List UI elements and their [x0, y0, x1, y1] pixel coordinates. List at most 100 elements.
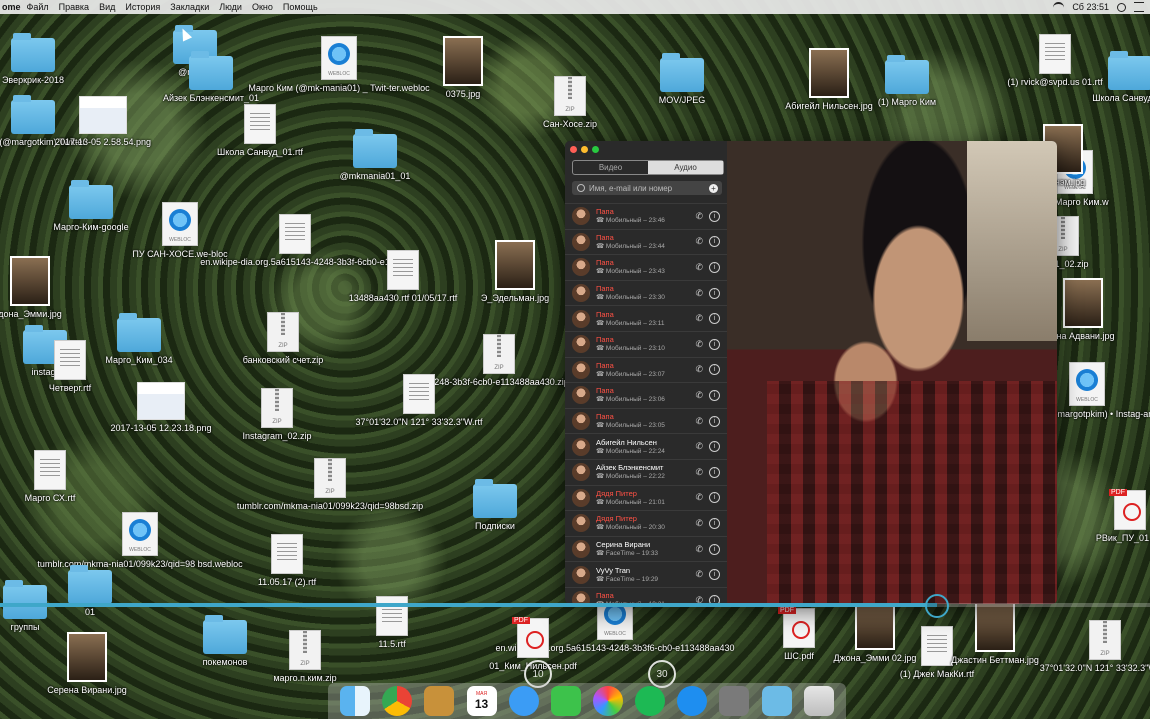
recent-call-row[interactable]: VyVy Tran ☎ FaceTime – 19:29 ✆ i [565, 561, 727, 587]
desktop-item[interactable]: 37°01'32.0"N 121° 33'32.3"W.zip [1040, 620, 1150, 673]
info-icon[interactable]: i [709, 364, 720, 376]
desktop-item[interactable]: банковский счет.zip [228, 312, 338, 365]
info-icon[interactable]: i [709, 517, 720, 529]
desktop-item[interactable]: 0375.jpg [408, 36, 518, 99]
desktop-item[interactable]: Э_Эдельман.jpg [460, 240, 570, 303]
recent-call-row[interactable]: Папа ☎ Мобильный – 23:46 ✆ i [565, 203, 727, 229]
desktop-item[interactable]: 37°01'32.0"N 121° 33'32.3"W.rtf [355, 374, 483, 427]
desktop-item[interactable]: Серена Вирани.jpg [32, 632, 142, 695]
desktop-item[interactable]: 01 [35, 565, 145, 617]
desktop-item[interactable]: Школа Санвуд_01.rtf [205, 104, 315, 157]
zoom-button[interactable] [592, 146, 599, 153]
wifi-icon[interactable] [1053, 2, 1065, 12]
appstore-icon[interactable] [677, 686, 708, 716]
phone-icon[interactable]: ✆ [695, 339, 703, 350]
chrome-icon[interactable] [382, 686, 413, 716]
recent-call-row[interactable]: Дядя Питер ☎ Мобильный – 20:30 ✆ i [565, 510, 727, 536]
preferences-icon[interactable] [719, 686, 750, 716]
finder-icon[interactable] [340, 686, 371, 716]
contact-search-field[interactable]: Имя, e-mail или номер + [572, 181, 722, 195]
info-icon[interactable]: i [709, 415, 720, 427]
close-button[interactable] [570, 146, 577, 153]
menu-bookmarks[interactable]: Закладки [170, 2, 209, 12]
info-icon[interactable]: i [709, 261, 720, 273]
desktop-item[interactable]: tumblr.com/mkma-nia01/099k23/qid=98 bsd.… [37, 512, 243, 569]
recent-call-row[interactable]: Айзек Блэнкенсмит ☎ Мобильный – 22:22 ✆ i [565, 458, 727, 485]
menu-help[interactable]: Помощь [283, 2, 318, 12]
phone-icon[interactable]: ✆ [695, 262, 703, 273]
info-icon[interactable]: i [709, 543, 720, 555]
desktop-item[interactable]: MOV/JPEG [627, 53, 737, 105]
phone-icon[interactable]: ✆ [695, 390, 703, 401]
desktop-item[interactable]: Сан-Хосе.zip [515, 76, 625, 129]
info-icon[interactable]: i [709, 287, 720, 299]
phone-icon[interactable]: ✆ [695, 467, 703, 478]
menu-history[interactable]: История [125, 2, 160, 12]
menu-view[interactable]: Вид [99, 2, 115, 12]
desktop-item[interactable]: 2017-13-05 12.23.18.png [106, 382, 216, 433]
recent-call-row[interactable]: Папа ☎ Мобильный – 23:11 ✆ i [565, 305, 727, 331]
info-icon[interactable]: i [709, 466, 720, 478]
recent-call-row[interactable]: Папа ☎ Мобильный – 23:30 ✆ i [565, 279, 727, 306]
info-icon[interactable]: i [709, 492, 720, 504]
phone-icon[interactable]: ✆ [695, 441, 703, 452]
recent-call-row[interactable]: Папа ☎ Мобильный – 23:06 ✆ i [565, 382, 727, 408]
menu-people[interactable]: Люди [219, 2, 242, 12]
folder-icon[interactable] [761, 686, 792, 716]
phone-icon[interactable]: ✆ [695, 236, 703, 247]
recent-call-row[interactable]: Серина Вирани ☎ FaceTime – 19:33 ✆ i [565, 535, 727, 562]
info-icon[interactable]: i [709, 313, 720, 325]
phone-icon[interactable]: ✆ [695, 544, 703, 555]
recent-call-row[interactable]: Папа ☎ Мобильный – 23:44 ✆ i [565, 228, 727, 255]
desktop-item[interactable]: марго.п.ким.zip [250, 630, 360, 683]
desktop-item[interactable]: Марго Ким (@mk-mania01) _ Twit-ter.weblo… [248, 36, 430, 93]
notes-icon[interactable] [424, 686, 455, 716]
tab-audio[interactable]: Аудио [648, 161, 723, 174]
phone-icon[interactable]: ✆ [695, 288, 703, 299]
facetime-icon[interactable] [550, 686, 581, 716]
desktop-item[interactable]: Айзек Блэнкенсмит_01 [156, 51, 266, 103]
phone-icon[interactable]: ✆ [695, 492, 703, 503]
menu-file[interactable]: Файл [27, 2, 49, 12]
desktop-item[interactable]: PDF РВик_ПУ_01.pdf [1075, 489, 1150, 543]
calendar-icon[interactable]: МАЯ 13 [466, 686, 497, 716]
menu-edit[interactable]: Правка [59, 2, 89, 12]
app-menu[interactable]: ome [2, 2, 21, 12]
messages-icon[interactable] [508, 686, 539, 716]
photos-icon[interactable] [593, 686, 624, 716]
recent-call-row[interactable]: Абигейл Нильсен ☎ Мобильный – 22:24 ✆ i [565, 433, 727, 459]
recent-call-row[interactable]: Папа ☎ Мобильный – 23:07 ✆ i [565, 356, 727, 383]
tab-video[interactable]: Видео [573, 161, 648, 174]
desktop-item[interactable]: Джастин Беттман.jpg [940, 602, 1050, 665]
desktop-item[interactable]: дона_Эмми.jpg [0, 256, 85, 319]
desktop-item[interactable]: tumblr.com/mkma-nia01/099k23/qid=98bsd.z… [237, 458, 423, 511]
spotlight-icon[interactable] [1117, 2, 1126, 12]
phone-icon[interactable]: ✆ [695, 313, 703, 324]
recent-call-row[interactable]: Папа ☎ Мобильный – 23:10 ✆ i [565, 330, 727, 357]
clock[interactable]: Сб 23:51 [1072, 2, 1109, 12]
add-contact-icon[interactable]: + [709, 183, 718, 193]
desktop-item[interactable]: Эверкрик-2018 [0, 33, 88, 85]
facetime-window[interactable]: Видео Аудио Имя, e-mail или номер + Папа… [565, 141, 1057, 604]
desktop-item[interactable]: Школа Санвуд_01 [1075, 51, 1150, 103]
trash-icon[interactable] [803, 686, 834, 716]
info-icon[interactable]: i [709, 389, 720, 401]
phone-icon[interactable]: ✆ [695, 518, 703, 529]
phone-icon[interactable]: ✆ [695, 569, 703, 580]
recent-call-row[interactable]: Папа ☎ Мобильный – 23:05 ✆ i [565, 407, 727, 434]
spotify-icon[interactable] [635, 686, 666, 716]
recent-call-row[interactable]: Папа ☎ Мобильный – 23:43 ✆ i [565, 254, 727, 280]
desktop-item[interactable]: 11.05.17 (2).rtf [232, 534, 342, 587]
desktop-item[interactable]: Подписки [440, 479, 550, 531]
phone-icon[interactable]: ✆ [695, 364, 703, 375]
menu-window[interactable]: Окно [252, 2, 273, 12]
info-icon[interactable]: i [709, 338, 720, 350]
desktop-item[interactable]: (1) Марго Ким [852, 55, 962, 107]
info-icon[interactable]: i [709, 569, 720, 581]
minimize-button[interactable] [581, 146, 588, 153]
phone-icon[interactable]: ✆ [695, 211, 703, 222]
video-scrubber-knob[interactable] [925, 594, 949, 618]
desktop-item[interactable]: @mkmania01_01 [320, 129, 430, 181]
video-scrubber-track[interactable] [0, 603, 1150, 607]
info-icon[interactable]: i [709, 441, 720, 453]
